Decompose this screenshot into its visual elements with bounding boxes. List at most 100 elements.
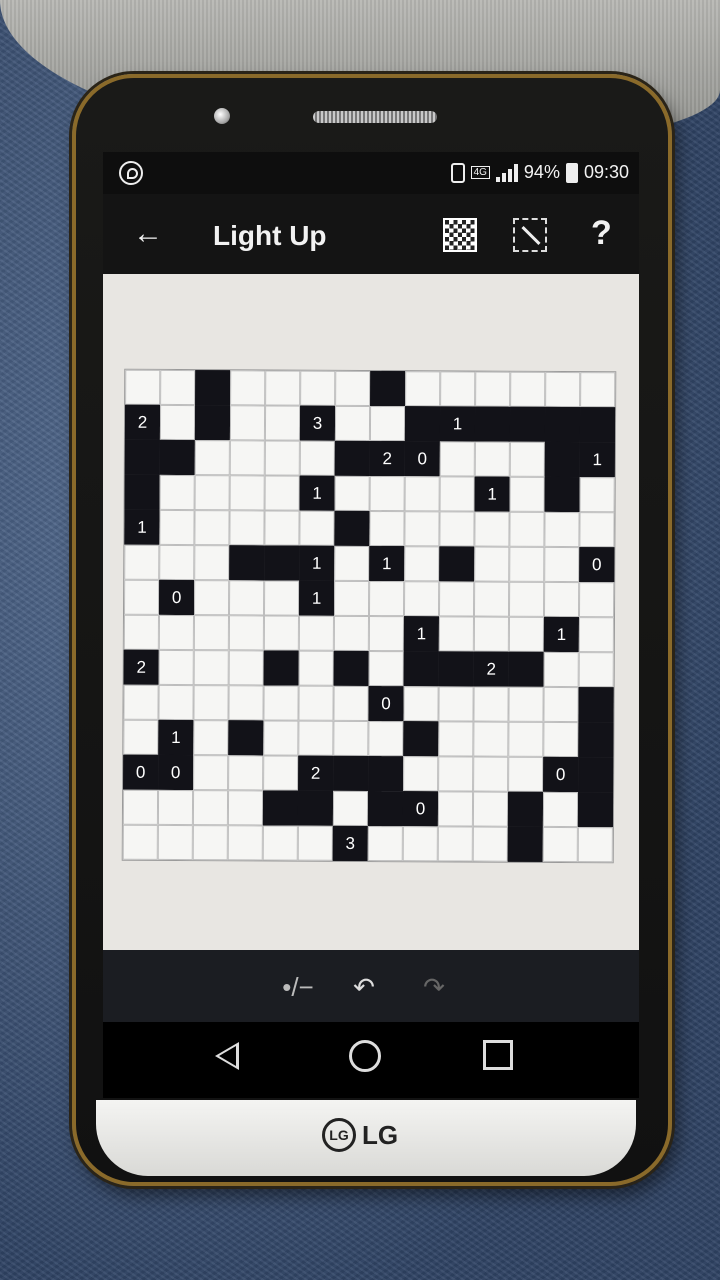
grid-cell[interactable] xyxy=(369,476,405,512)
grid-cell[interactable] xyxy=(474,441,510,477)
grid-cell[interactable] xyxy=(299,510,335,546)
grid-cell[interactable] xyxy=(473,616,509,652)
grid-cell[interactable] xyxy=(122,824,158,860)
grid-cell[interactable] xyxy=(509,441,545,477)
grid-cell[interactable] xyxy=(578,582,615,618)
grid-cell[interactable] xyxy=(228,755,264,791)
grid-cell[interactable] xyxy=(542,791,579,828)
grid-cell[interactable] xyxy=(158,614,195,651)
grid-cell[interactable] xyxy=(440,371,476,407)
grid-cell[interactable] xyxy=(335,370,371,407)
grid-cell[interactable] xyxy=(334,405,371,442)
grid-cell[interactable] xyxy=(194,440,230,476)
grid-cell[interactable] xyxy=(438,756,474,792)
grid-cell[interactable] xyxy=(543,686,579,723)
grid-cell[interactable] xyxy=(229,440,265,476)
grid-cell[interactable] xyxy=(299,440,335,476)
grid-cell[interactable] xyxy=(439,441,475,477)
grid-cell[interactable] xyxy=(229,580,265,616)
grid-cell[interactable] xyxy=(579,477,615,513)
grid-cell[interactable] xyxy=(475,371,511,407)
grid-cell[interactable] xyxy=(264,405,301,441)
grid-cell[interactable] xyxy=(333,720,369,756)
grid-cell[interactable] xyxy=(369,406,406,442)
grid-cell[interactable] xyxy=(542,826,578,863)
grid-cell[interactable] xyxy=(123,614,160,650)
help-icon[interactable]: ? xyxy=(591,214,612,253)
grid-cell[interactable] xyxy=(509,546,545,582)
grid-cell[interactable] xyxy=(508,581,545,617)
grid-cell[interactable] xyxy=(125,369,161,405)
grid-cell[interactable] xyxy=(473,721,509,757)
nav-home-icon[interactable] xyxy=(349,1040,381,1072)
grid-cell[interactable] xyxy=(298,720,334,756)
grid-cell[interactable] xyxy=(123,719,159,755)
grid-cell[interactable] xyxy=(263,755,299,791)
grid-cell[interactable] xyxy=(124,579,160,615)
grid-cell[interactable] xyxy=(334,580,370,616)
grid-cell[interactable] xyxy=(229,510,265,546)
grid-cell[interactable] xyxy=(298,685,334,721)
grid-cell[interactable] xyxy=(263,615,300,651)
grid-cell[interactable] xyxy=(438,721,474,757)
grid-cell[interactable] xyxy=(508,686,544,722)
grid-cell[interactable] xyxy=(157,824,193,861)
grid-cell[interactable] xyxy=(124,544,160,580)
grid-cell[interactable] xyxy=(577,827,613,863)
grid-cell[interactable] xyxy=(229,475,265,511)
grid-cell[interactable] xyxy=(509,511,545,547)
grid-cell[interactable] xyxy=(264,510,300,546)
grid-cell[interactable] xyxy=(402,826,438,862)
grid-cell[interactable] xyxy=(403,686,439,722)
grid-cell[interactable] xyxy=(543,651,579,688)
grid-cell[interactable] xyxy=(368,650,404,687)
grid-cell[interactable] xyxy=(264,475,300,511)
grid-cell[interactable] xyxy=(438,616,474,652)
grid-cell[interactable] xyxy=(158,649,194,686)
grid-cell[interactable] xyxy=(227,825,263,861)
grid-cell[interactable] xyxy=(122,789,159,825)
grid-cell[interactable] xyxy=(474,546,510,582)
grid-cell[interactable] xyxy=(333,685,369,721)
grid-cell[interactable] xyxy=(510,371,546,407)
grid-cell[interactable] xyxy=(193,755,229,791)
grid-cell[interactable] xyxy=(194,475,230,511)
grid-cell[interactable] xyxy=(230,370,266,406)
nav-back-icon[interactable] xyxy=(215,1042,239,1070)
resize-icon[interactable] xyxy=(513,218,547,252)
grid-cell[interactable] xyxy=(262,825,298,861)
grid-cell[interactable] xyxy=(367,825,403,862)
grid-cell[interactable] xyxy=(228,615,265,651)
checkerboard-icon[interactable] xyxy=(443,218,477,252)
grid-cell[interactable] xyxy=(473,756,509,792)
grid-cell[interactable] xyxy=(543,581,580,618)
grid-cell[interactable] xyxy=(473,581,510,617)
mark-tool-icon[interactable]: •/− xyxy=(281,970,315,1004)
grid-cell[interactable] xyxy=(297,825,333,861)
grid-cell[interactable] xyxy=(437,826,473,862)
grid-cell[interactable] xyxy=(263,685,299,721)
grid-cell[interactable] xyxy=(194,545,230,581)
grid-cell[interactable] xyxy=(160,369,196,406)
nav-recents-icon[interactable] xyxy=(483,1040,513,1070)
grid-cell[interactable] xyxy=(404,546,440,582)
grid-cell[interactable] xyxy=(438,581,475,617)
grid-cell[interactable] xyxy=(472,826,508,862)
grid-cell[interactable] xyxy=(263,720,299,756)
grid-cell[interactable] xyxy=(579,512,615,548)
grid-cell[interactable] xyxy=(405,371,441,407)
back-arrow-icon[interactable]: ← xyxy=(133,219,163,249)
grid-cell[interactable] xyxy=(437,791,474,827)
grid-cell[interactable] xyxy=(298,650,334,686)
grid-cell[interactable] xyxy=(193,720,229,756)
grid-cell[interactable] xyxy=(123,684,159,720)
grid-cell[interactable] xyxy=(332,790,369,826)
grid-cell[interactable] xyxy=(404,476,440,512)
grid-cell[interactable] xyxy=(265,370,301,406)
grid-cell[interactable] xyxy=(159,474,195,511)
grid-cell[interactable] xyxy=(439,511,475,547)
grid-cell[interactable] xyxy=(193,685,229,721)
grid-cell[interactable] xyxy=(228,685,264,721)
grid-cell[interactable] xyxy=(474,511,510,547)
grid-cell[interactable] xyxy=(509,476,545,512)
